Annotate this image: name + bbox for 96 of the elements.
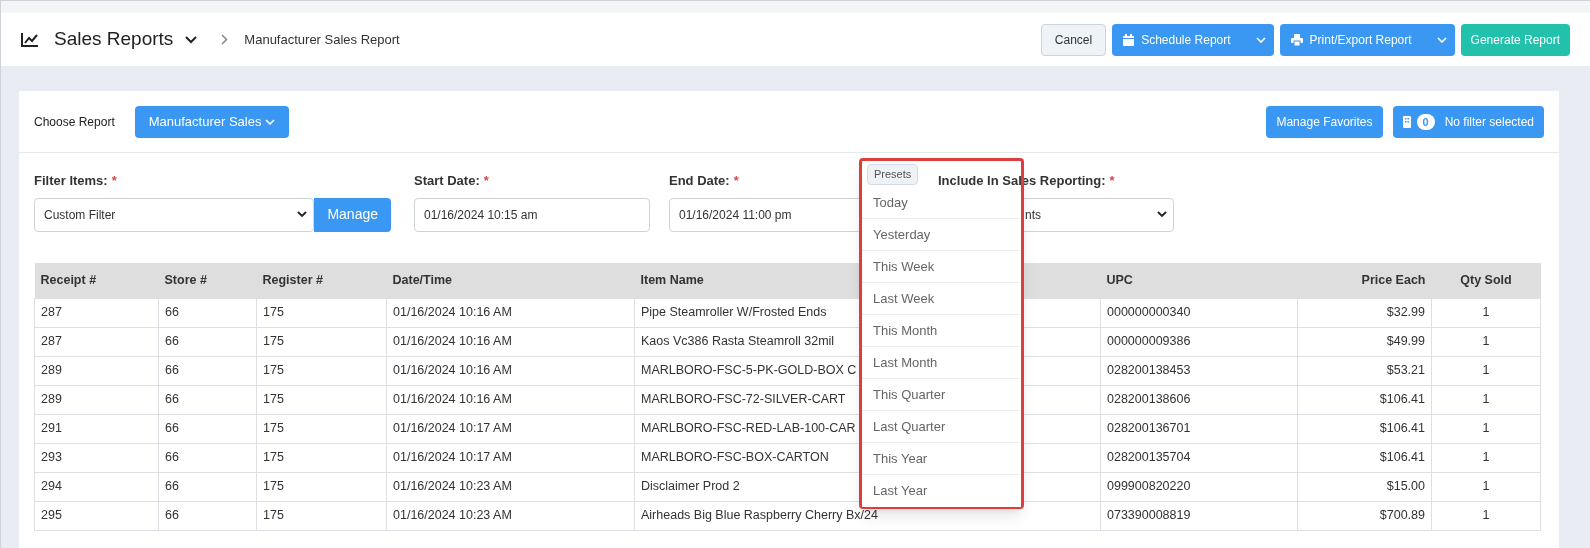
calendar-icon xyxy=(1123,33,1135,46)
table-cell: 175 xyxy=(256,472,387,501)
caret-icon xyxy=(1436,36,1447,43)
cancel-button[interactable]: Cancel xyxy=(1040,23,1107,56)
table-cell: 66 xyxy=(158,414,257,443)
table-cell: 028200135704 xyxy=(1100,443,1298,472)
table-cell: 66 xyxy=(158,443,257,472)
table-cell: 01/16/2024 10:23 AM xyxy=(386,472,635,501)
table-cell: 028200136701 xyxy=(1100,414,1298,443)
table-cell: 66 xyxy=(158,298,257,327)
table-cell: 66 xyxy=(158,327,257,356)
caret-icon xyxy=(1255,36,1266,43)
table-cell: 289 xyxy=(34,356,159,385)
table-cell: 175 xyxy=(256,298,387,327)
table-cell: 1 xyxy=(1431,414,1541,443)
table-cell: 287 xyxy=(34,298,159,327)
chevron-down-icon xyxy=(297,211,308,218)
table-cell: 099900820220 xyxy=(1100,472,1298,501)
table-cell: 66 xyxy=(158,472,257,501)
select-field[interactable]: Custom Filter xyxy=(34,197,315,232)
preset-item[interactable]: This Year xyxy=(862,443,1021,475)
table-cell: 01/16/2024 10:16 AM xyxy=(386,385,635,414)
table-cell: 295 xyxy=(34,501,159,530)
field-label: Start Date: * xyxy=(414,172,489,190)
preset-item[interactable]: This Month xyxy=(862,315,1021,347)
table-cell: $32.99 xyxy=(1297,298,1432,327)
table-cell: 175 xyxy=(256,385,387,414)
column-header: Store # xyxy=(164,272,207,287)
table-cell: $106.41 xyxy=(1297,443,1432,472)
table-cell: 66 xyxy=(158,356,257,385)
table-cell: 01/16/2024 10:17 AM xyxy=(386,414,635,443)
preset-item[interactable]: This Quarter xyxy=(862,379,1021,411)
page-title: Sales Reports xyxy=(54,27,174,52)
date-field[interactable]: 01/16/2024 10:15 am xyxy=(414,197,650,232)
choose-report-label: Choose Report xyxy=(34,113,115,131)
table-cell: 01/16/2024 10:23 AM xyxy=(386,501,635,530)
table-cell: 66 xyxy=(158,385,257,414)
table-cell: 1 xyxy=(1431,385,1541,414)
table-cell: 1 xyxy=(1431,472,1541,501)
table-cell: $106.41 xyxy=(1297,385,1432,414)
table-cell: 1 xyxy=(1431,356,1541,385)
filter-status-button[interactable]: 0 No filter selected xyxy=(1392,105,1544,138)
table-cell: 073390008819 xyxy=(1100,501,1298,530)
column-header: Register # xyxy=(262,272,323,287)
printer-icon xyxy=(1290,33,1303,46)
preset-item[interactable]: This Week xyxy=(862,251,1021,283)
chevron-down-icon[interactable] xyxy=(185,35,198,44)
column-header: UPC xyxy=(1106,272,1133,287)
table-cell: 1 xyxy=(1431,327,1541,356)
preset-item[interactable]: Today xyxy=(862,187,1021,219)
building-icon xyxy=(1402,115,1411,128)
table-cell: $15.00 xyxy=(1297,472,1432,501)
table-cell: 293 xyxy=(34,443,159,472)
breadcrumb-text: Manufacturer Sales Report xyxy=(244,30,400,49)
table-cell: 66 xyxy=(158,501,257,530)
table-cell: $700.89 xyxy=(1297,501,1432,530)
caret-icon xyxy=(265,118,276,125)
column-header: Qty Sold xyxy=(1460,272,1512,287)
table-cell: 028200138606 xyxy=(1100,385,1298,414)
table-cell: 175 xyxy=(256,443,387,472)
chevron-right-icon xyxy=(221,34,229,45)
table-cell: $53.21 xyxy=(1297,356,1432,385)
preset-item[interactable]: Last Quarter xyxy=(862,411,1021,443)
table-cell: 289 xyxy=(34,385,159,414)
preset-item[interactable]: Yesterday xyxy=(862,219,1021,251)
table-cell: 287 xyxy=(34,327,159,356)
table-cell: 175 xyxy=(256,356,387,385)
table-cell: 175 xyxy=(256,327,387,356)
presets-button[interactable]: Presets xyxy=(867,163,919,185)
table-cell: 175 xyxy=(256,414,387,443)
table-cell: 1 xyxy=(1431,501,1541,530)
filter-count-badge: 0 xyxy=(1416,113,1435,130)
table-cell: 000000000340 xyxy=(1100,298,1298,327)
table-cell: 028200138453 xyxy=(1100,356,1298,385)
table-cell: 01/16/2024 10:17 AM xyxy=(386,443,635,472)
table-cell: 1 xyxy=(1431,443,1541,472)
table-cell: 01/16/2024 10:16 AM xyxy=(386,327,635,356)
preset-item[interactable]: Last Month xyxy=(862,347,1021,379)
table-cell: 294 xyxy=(34,472,159,501)
table-cell: 01/16/2024 10:16 AM xyxy=(386,356,635,385)
column-header: Receipt # xyxy=(40,272,97,287)
table-cell: $49.99 xyxy=(1297,327,1432,356)
table-cell: 1 xyxy=(1431,298,1541,327)
field-label: Filter Items: * xyxy=(34,172,117,190)
field-label: End Date: * xyxy=(669,172,739,190)
column-header: Price Each xyxy=(1361,272,1426,287)
column-header: Date/Time xyxy=(392,272,452,287)
column-header: Item Name xyxy=(640,272,704,287)
table-cell: $106.41 xyxy=(1297,414,1432,443)
table-cell: 000000009386 xyxy=(1100,327,1298,356)
chevron-down-icon xyxy=(1157,211,1167,218)
table-cell: 175 xyxy=(256,501,387,530)
table-cell: 291 xyxy=(34,414,159,443)
table-cell: 01/16/2024 10:16 AM xyxy=(386,298,635,327)
chart-icon xyxy=(21,32,38,47)
preset-item[interactable]: Last Week xyxy=(862,283,1021,315)
